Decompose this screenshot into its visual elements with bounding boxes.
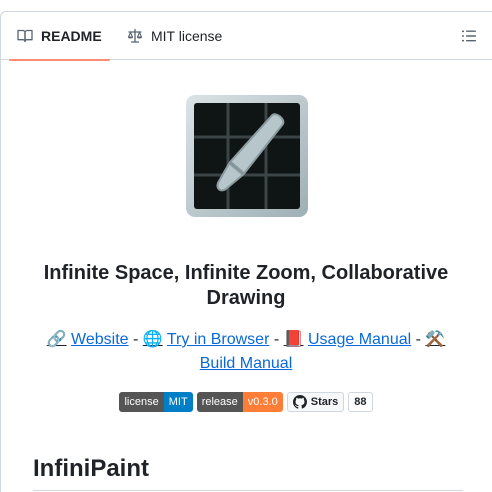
heading-divider — [33, 490, 463, 491]
license-badge-value: MIT — [163, 392, 193, 412]
readme-panel: README MIT license — [0, 11, 492, 492]
tab-license-label: MIT license — [151, 28, 223, 44]
link-emoji: 🔗 — [46, 331, 67, 348]
release-badge-value: v0.3.0 — [242, 392, 283, 412]
release-badge-label: release — [196, 392, 243, 412]
tab-readme-label: README — [41, 28, 102, 44]
link-separator: - — [133, 331, 139, 348]
tab-license[interactable]: MIT license — [127, 12, 222, 60]
try-in-browser-link[interactable]: Try in Browser — [167, 331, 270, 348]
readme-title: Infinite Space, Infinite Zoom, Collabora… — [43, 262, 449, 309]
license-badge-label: license — [119, 392, 164, 412]
link-separator: - — [273, 331, 280, 348]
hammer-pick-emoji: ⚒️ — [425, 331, 446, 348]
stars-button[interactable]: Stars — [286, 392, 345, 412]
github-icon — [292, 395, 307, 409]
readme-heading: InfiniPaint — [33, 455, 149, 482]
stars-count: 88 — [348, 392, 373, 412]
stars-label: Stars — [310, 396, 339, 408]
license-badge[interactable]: license MIT — [119, 392, 193, 412]
badge-row: license MIT release v0.3.0 Stars 88 — [0, 392, 492, 412]
list-icon[interactable] — [461, 28, 477, 44]
globe-emoji: 🌐 — [142, 331, 163, 348]
tab-readme[interactable]: README — [9, 12, 110, 61]
scale-icon — [127, 28, 143, 43]
paintbrush-logo — [186, 95, 308, 217]
build-manual-link[interactable]: Build Manual — [200, 355, 293, 372]
active-tab-indicator — [9, 59, 110, 61]
book-icon — [17, 29, 33, 43]
website-link[interactable]: Website — [71, 331, 129, 348]
book-emoji: 📕 — [283, 331, 304, 348]
readme-tab-bar: README MIT license — [1, 12, 492, 61]
stars-badge[interactable]: Stars 88 — [286, 392, 373, 412]
link-separator: - — [415, 331, 421, 348]
release-badge[interactable]: release v0.3.0 — [196, 392, 283, 412]
readme-links: 🔗 Website - 🌐 Try in Browser - 📕 Usage M… — [24, 328, 468, 376]
usage-manual-link[interactable]: Usage Manual — [308, 331, 411, 348]
